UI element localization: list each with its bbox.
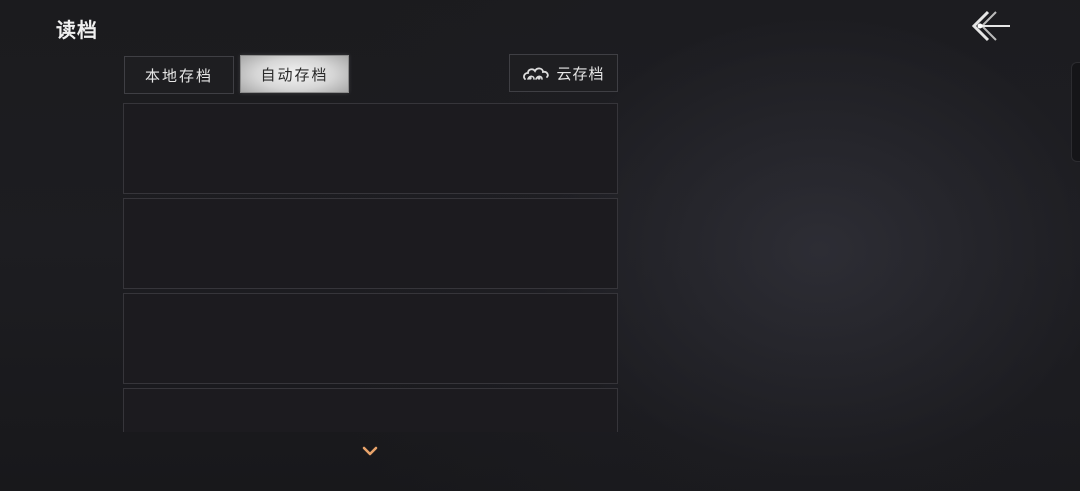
save-slot-list[interactable] — [123, 103, 618, 432]
save-slot-4[interactable] — [123, 388, 618, 432]
page-title: 读档 — [56, 18, 98, 42]
tab-local-save[interactable]: 本地存档 — [124, 56, 234, 94]
side-drawer-handle[interactable] — [1071, 62, 1080, 162]
tab-cloud-save[interactable]: 云存档 — [509, 54, 618, 92]
back-button[interactable] — [966, 8, 1012, 44]
save-slot-3[interactable] — [123, 293, 618, 384]
tab-label: 本地存档 — [144, 66, 213, 85]
tab-label: 云存档 — [556, 64, 605, 83]
chevron-down-icon — [362, 446, 378, 456]
tab-auto-save[interactable]: 自动存档 — [240, 55, 349, 93]
back-arrow-icon — [971, 10, 1010, 42]
scroll-down-button[interactable] — [362, 444, 378, 458]
cloud-icon — [523, 67, 550, 80]
load-game-screen: 读档 本地存档 自动存档 云存档 — [0, 0, 1080, 491]
save-slot-2[interactable] — [123, 198, 618, 289]
save-slot-1[interactable] — [123, 103, 618, 194]
tab-label: 自动存档 — [260, 65, 329, 84]
